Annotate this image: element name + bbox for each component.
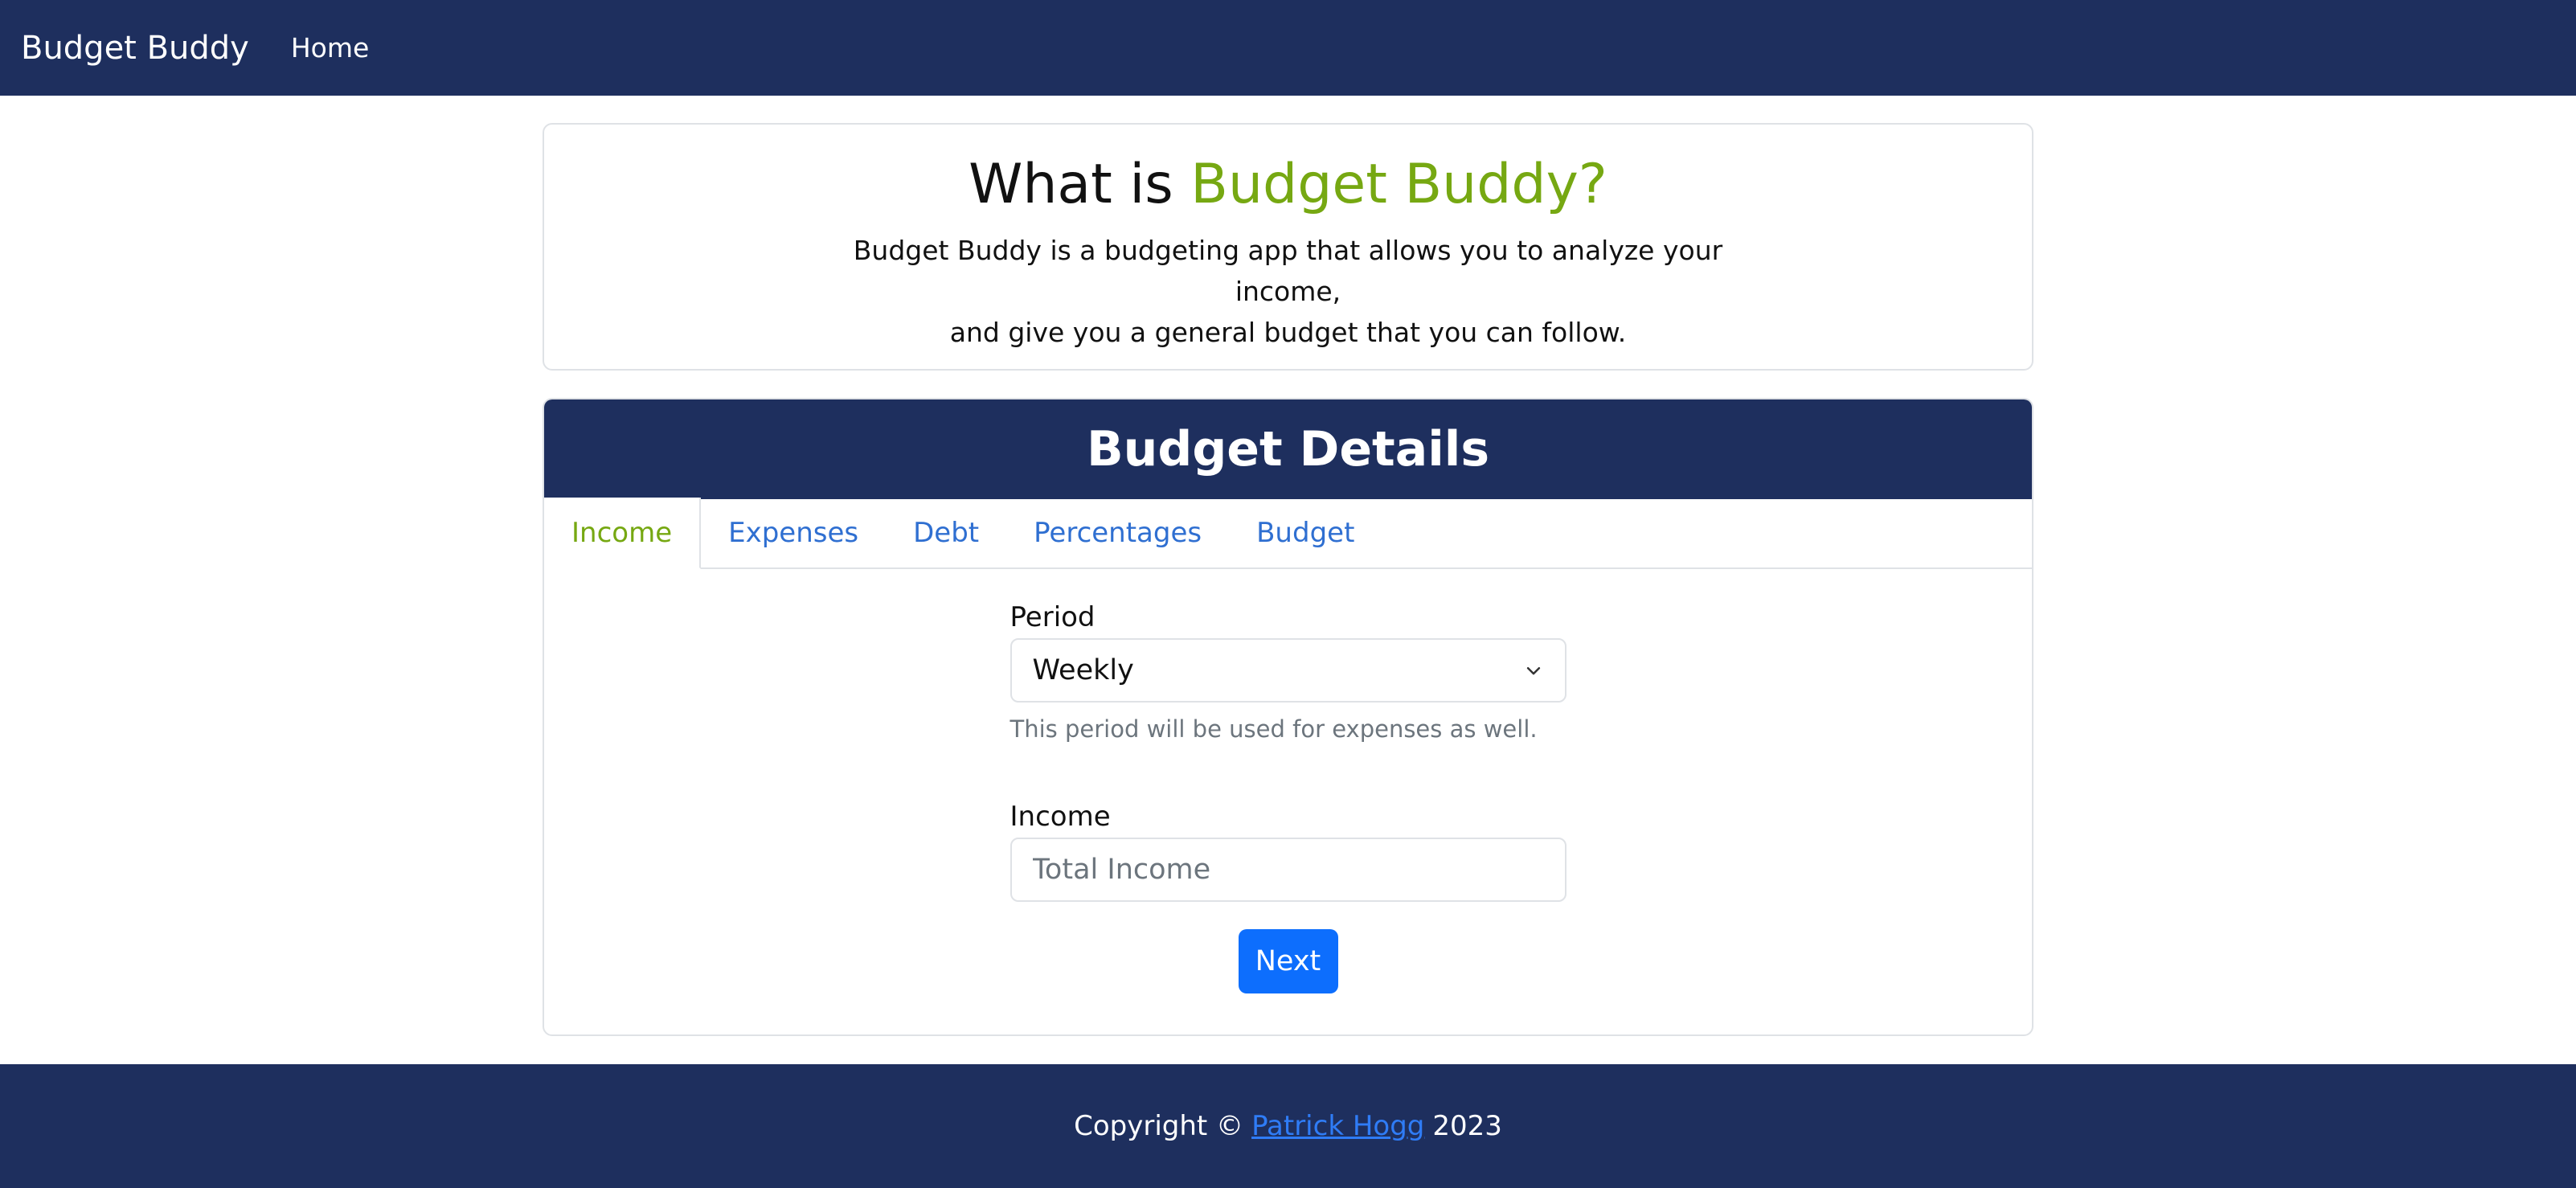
period-label: Period [1010, 601, 1096, 633]
income-input[interactable] [1010, 838, 1566, 902]
tab-expenses[interactable]: Expenses [701, 498, 886, 567]
tab-percentages[interactable]: Percentages [1006, 498, 1229, 567]
next-button[interactable]: Next [1238, 929, 1338, 993]
intro-description-line-2: and give you a general budget that you c… [949, 316, 1627, 348]
tab-budget[interactable]: Budget [1229, 498, 1382, 567]
page-footer: Copyright © Patrick Hogg 2023 [0, 1064, 2576, 1188]
intro-description: Budget Buddy is a budgeting app that all… [806, 230, 1771, 353]
tab-debt[interactable]: Debt [886, 498, 1006, 567]
top-navbar: Budget Buddy Home [0, 0, 2576, 96]
period-select-value: Weekly [1032, 654, 1134, 686]
footer-copyright: Copyright © [1074, 1110, 1244, 1142]
tab-income[interactable]: Income [544, 498, 702, 569]
intro-title-accent: Budget Buddy? [1190, 153, 1607, 216]
budget-details-card: Budget Details Income Expenses Debt Perc… [543, 398, 2033, 1036]
period-help-text: This period will be used for expenses as… [1010, 715, 1538, 743]
chevron-down-icon [1526, 667, 1540, 675]
budget-tabs: Income Expenses Debt Percentages Budget [544, 498, 2032, 569]
income-form: Period Weekly This period will be used f… [1010, 601, 1566, 993]
budget-details-header: Budget Details [544, 399, 2032, 499]
nav-link-home[interactable]: Home [291, 32, 369, 63]
next-button-wrap: Next [1010, 929, 1566, 993]
intro-card: What is Budget Buddy? Budget Buddy is a … [543, 123, 2033, 371]
intro-title-prefix: What is [969, 153, 1191, 216]
income-label: Income [1010, 801, 1111, 833]
footer-year: 2023 [1432, 1110, 1502, 1142]
brand-link[interactable]: Budget Buddy [21, 30, 249, 67]
intro-title: What is Budget Buddy? [544, 153, 2032, 216]
footer-author-link[interactable]: Patrick Hogg [1251, 1110, 1424, 1142]
period-select[interactable]: Weekly [1010, 638, 1566, 703]
intro-description-line-1: Budget Buddy is a budgeting app that all… [853, 234, 1723, 307]
